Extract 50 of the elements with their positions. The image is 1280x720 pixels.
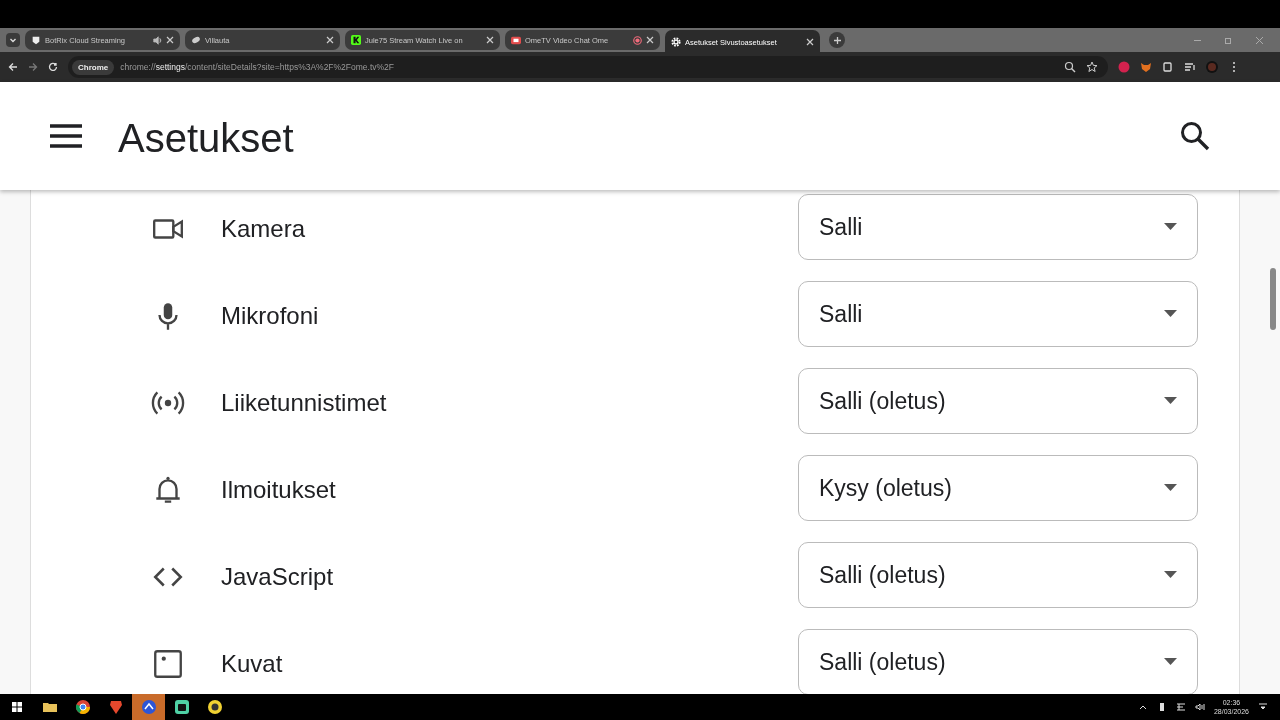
- permission-dropdown[interactable]: Kysy (oletus): [798, 455, 1198, 521]
- caret-icon: [1164, 223, 1177, 231]
- image-icon: [151, 647, 185, 681]
- search-icon[interactable]: [1180, 121, 1210, 151]
- permission-dropdown[interactable]: Salli (oletus): [798, 368, 1198, 434]
- permission-label: Mikrofoni: [221, 302, 320, 330]
- media-icon[interactable]: [1184, 61, 1196, 73]
- new-tab-button[interactable]: [829, 32, 845, 48]
- close-icon[interactable]: [806, 38, 814, 46]
- permission-label: Kuvat: [221, 650, 284, 678]
- k-logo-icon: [351, 35, 361, 45]
- caret-icon: [1164, 571, 1177, 579]
- speaker-icon[interactable]: [153, 35, 162, 45]
- permission-dropdown[interactable]: Salli (oletus): [798, 629, 1198, 694]
- speaker-icon[interactable]: [1194, 702, 1205, 712]
- notifications-icon[interactable]: [1258, 702, 1268, 712]
- close-icon[interactable]: [166, 36, 174, 44]
- page-title: Asetukset: [118, 115, 295, 161]
- forward-icon[interactable]: [28, 62, 38, 72]
- permission-label: Liiketunnistimet: [221, 389, 388, 417]
- permission-dropdown[interactable]: Salli: [798, 194, 1198, 260]
- fox-icon[interactable]: [1140, 61, 1152, 73]
- caret-icon: [1164, 658, 1177, 666]
- settings-icon: [671, 37, 681, 47]
- site-chip[interactable]: Chrome: [72, 59, 115, 75]
- star-icon[interactable]: [1086, 61, 1098, 73]
- permission-dropdown[interactable]: Salli: [798, 281, 1198, 347]
- tab-search-button[interactable]: [6, 33, 20, 47]
- caret-icon: [1164, 310, 1177, 318]
- leaf-icon: [191, 35, 201, 45]
- scrollbar-thumb[interactable]: [1270, 268, 1276, 330]
- url-text: chrome://settings/content/siteDetails?site=https%3A%2F%2Fome.tv%2F: [120, 62, 395, 72]
- reload-icon[interactable]: [48, 62, 58, 72]
- address-bar[interactable]: Chrome chrome://settings/content/siteDetails?site=https%3A%2F%2Fome.tv%2F: [68, 56, 1108, 78]
- recording-icon[interactable]: [633, 35, 642, 45]
- tv-icon: [511, 35, 521, 45]
- permission-label: JavaScript: [221, 563, 335, 591]
- caret-icon: [1164, 484, 1177, 492]
- permission-label: Ilmoitukset: [221, 476, 337, 504]
- close-icon[interactable]: [326, 36, 334, 44]
- plus-icon: [832, 35, 842, 45]
- permission-label: Kamera: [221, 215, 307, 243]
- close-icon[interactable]: [646, 36, 654, 44]
- permission-dropdown[interactable]: Salli (oletus): [798, 542, 1198, 608]
- close-icon[interactable]: [486, 36, 494, 44]
- zoom-icon[interactable]: [1064, 61, 1076, 73]
- back-icon[interactable]: [8, 62, 18, 72]
- caret-icon: [9, 36, 17, 44]
- caret-icon: [1164, 397, 1177, 405]
- menu-icon[interactable]: [50, 123, 82, 149]
